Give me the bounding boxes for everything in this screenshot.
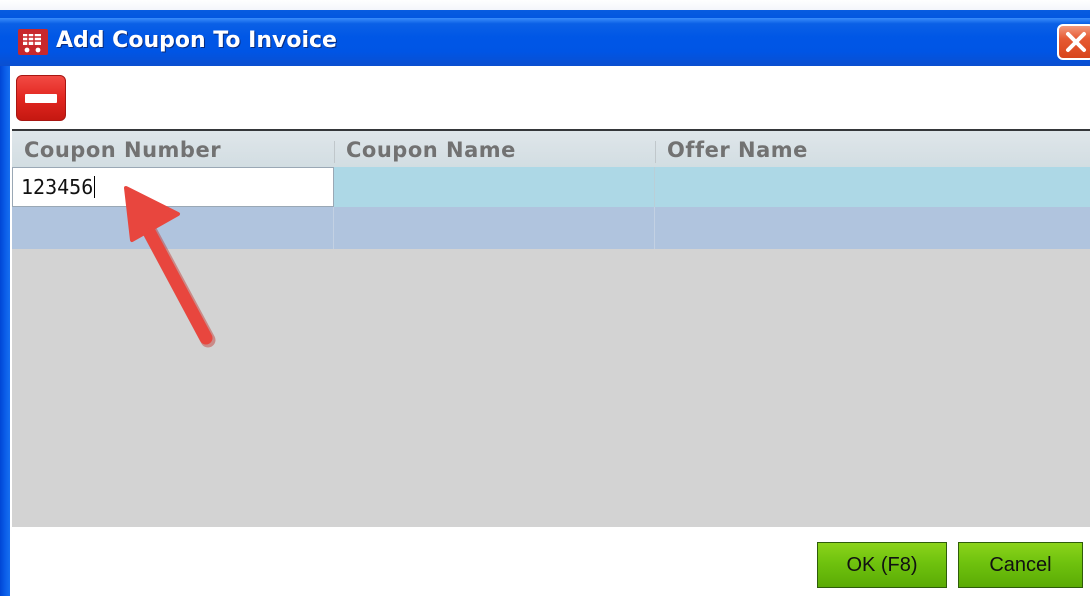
coupon-number-value: 123456: [21, 175, 96, 199]
column-header-coupon-number[interactable]: Coupon Number: [12, 131, 334, 167]
coupon-number-text: 123456: [21, 175, 94, 199]
toolbar: [10, 66, 1090, 128]
close-icon: [1066, 32, 1086, 52]
red-arrow-annotation: [124, 186, 216, 348]
shopping-cart-icon: [18, 29, 48, 55]
grid-header: Coupon Number Coupon Name Offer Name: [12, 131, 1090, 167]
close-button[interactable]: [1057, 24, 1090, 60]
window-left-border: [0, 66, 10, 596]
remove-coupon-button[interactable]: [16, 75, 66, 121]
minus-icon: [25, 94, 57, 103]
title-bar[interactable]: Add Coupon To Invoice: [0, 0, 1090, 66]
text-caret: [94, 176, 96, 198]
title-bar-top-rim: [0, 0, 1090, 10]
offer-name-cell[interactable]: [655, 207, 1090, 249]
window-title: Add Coupon To Invoice: [56, 28, 337, 53]
column-header-offer-name[interactable]: Offer Name: [655, 131, 1090, 167]
cancel-button[interactable]: Cancel: [958, 542, 1083, 588]
offer-name-cell[interactable]: [655, 167, 1090, 207]
coupon-name-cell[interactable]: [334, 207, 655, 249]
ok-button[interactable]: OK (F8): [817, 542, 947, 588]
coupon-name-cell[interactable]: [334, 167, 655, 207]
column-header-coupon-name[interactable]: Coupon Name: [334, 131, 655, 167]
add-coupon-dialog: Add Coupon To Invoice Coupon Number Coup…: [0, 0, 1090, 596]
